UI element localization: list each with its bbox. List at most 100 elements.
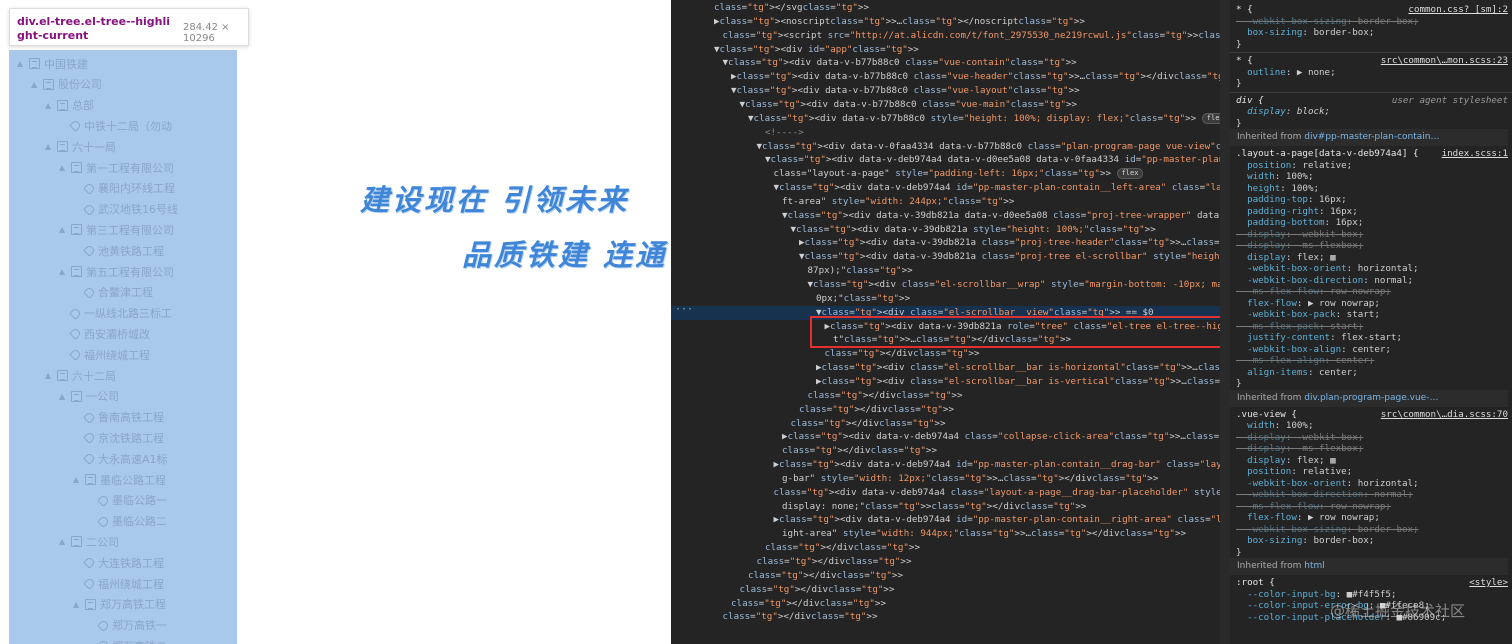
style-rule-line[interactable]: display: block; xyxy=(1236,106,1508,118)
tree-node[interactable]: ▲ 中国铁建 xyxy=(17,53,88,74)
dom-node-line[interactable]: class="tg"></divclass="tg">> xyxy=(671,444,1220,458)
flex-badge[interactable]: flex xyxy=(1201,112,1220,124)
tree-node[interactable]: ▲ 第五工程有限公司 xyxy=(59,261,174,282)
dom-node-line[interactable]: class="tg"><div data-v-deb974a4 class="l… xyxy=(671,486,1221,500)
tree-node[interactable]: 福州绕城工程 xyxy=(73,573,164,594)
dom-node-line[interactable]: 87px);"class="tg">> xyxy=(671,264,1220,278)
flex-badge[interactable]: flex xyxy=(1116,168,1144,180)
style-rule-line[interactable]: } xyxy=(1236,547,1508,559)
dom-node-line[interactable]: ▶class="tg"><div data-v-39db821a class="… xyxy=(671,236,1220,250)
tree-node[interactable]: 鲁南高铁工程 xyxy=(73,407,164,428)
dom-node-line[interactable]: class="tg"></divclass="tg">> xyxy=(671,389,1220,403)
caret-down-icon[interactable]: ▲ xyxy=(31,80,43,89)
devtools-styles-pane[interactable]: * {common.css? [sm]:2 -webkit-box-sizing… xyxy=(1230,0,1512,644)
style-rule-line[interactable]: -webkit-box-sizing: border-box; xyxy=(1236,524,1508,536)
dom-node-line[interactable]: class="tg"></divclass="tg">> xyxy=(671,541,1220,555)
style-rule-line[interactable]: align-items: center; xyxy=(1236,367,1508,379)
style-rule-line[interactable]: height: 100%; xyxy=(1236,183,1508,195)
style-rule-line[interactable]: display: -ms-flexbox; xyxy=(1236,443,1508,455)
dom-node-line[interactable]: class="tg"></divclass="tg">> xyxy=(671,610,1220,624)
dom-node-line[interactable]: ▼class="tg"><div data-v-0faa4334 data-v-… xyxy=(671,140,1221,154)
stylesheet-source-link[interactable]: src\common\…dia.scss:70 xyxy=(1381,409,1508,421)
style-rule-line[interactable]: -ms-flex-flow: row nowrap; xyxy=(1236,501,1508,513)
dom-node-line[interactable]: class="tg"></svgclass="tg">> xyxy=(671,1,1220,15)
dom-node-line[interactable]: ft-area" style="width: 244px;"class="tg"… xyxy=(671,195,1220,209)
dom-node-line[interactable]: ▼class="tg"><div data-v-b77b88c0 class="… xyxy=(671,56,1220,70)
caret-down-icon[interactable]: ▲ xyxy=(59,163,71,172)
style-rule-line[interactable]: flex-flow: ▶ row nowrap; xyxy=(1236,298,1508,310)
tree-node[interactable]: ▲ 六十一局 xyxy=(45,136,116,157)
style-rule-line[interactable]: -webkit-box-orient: horizontal; xyxy=(1236,263,1508,275)
tree-node[interactable]: 墨临公路一 xyxy=(87,490,167,511)
style-rule-line[interactable]: } xyxy=(1236,78,1508,90)
dom-node-line[interactable]: ▶class="tg"><div class="el-scrollbar__ba… xyxy=(671,361,1220,375)
dom-node-line[interactable]: ▶class="tg"><div data-v-deb974a4 class="… xyxy=(671,430,1220,444)
caret-down-icon[interactable]: ▲ xyxy=(73,475,85,484)
style-rule-line[interactable]: --color-input-bg: ■#f4f5f5; xyxy=(1236,589,1508,601)
caret-down-icon[interactable]: ▲ xyxy=(59,392,71,401)
tree-node[interactable]: 京沈铁路工程 xyxy=(73,427,164,448)
tree-node[interactable]: 福州绕城工程 xyxy=(59,344,150,365)
dom-node-line[interactable]: class="tg"></divclass="tg">> xyxy=(671,417,1220,431)
style-rule-line[interactable]: -ms-flex-pack: start; xyxy=(1236,321,1508,333)
style-rule-line[interactable]: box-sizing: border-box; xyxy=(1236,535,1508,547)
more-dots-icon[interactable]: ··· xyxy=(675,304,693,315)
style-rule-line[interactable]: padding-top: 16px; xyxy=(1236,194,1508,206)
dom-node-line[interactable]: class="tg"><script src="http://at.alicdn… xyxy=(671,29,1221,43)
tree-node[interactable]: 一纵线北路三标工 xyxy=(59,303,172,324)
dom-node-line[interactable]: ▼class="tg"><div data-v-deb974a4 id="pp-… xyxy=(671,181,1221,195)
dom-node-line[interactable]: ▶class="tg"><noscriptclass="tg">>…class=… xyxy=(671,15,1220,29)
inherited-link[interactable]: html xyxy=(1304,561,1325,571)
tree-node[interactable]: 郑万高铁一 xyxy=(87,615,167,636)
inherited-from-header[interactable]: Inherited from div.plan-program-page.vue… xyxy=(1230,389,1508,407)
inherited-link[interactable]: div#pp-master-plan-contain… xyxy=(1304,132,1439,142)
tree-node[interactable]: ▲ 第三工程有限公司 xyxy=(59,219,174,240)
tree-node[interactable]: ▲ 第一工程有限公司 xyxy=(59,157,174,178)
tree-node[interactable]: 郑万高铁二 xyxy=(87,635,167,644)
devtools-elements-panel[interactable]: class="tg"></divclass="tg">> class="tg"><… xyxy=(671,0,1220,644)
style-rule-line[interactable]: } xyxy=(1236,378,1508,390)
tree-node[interactable]: 襄阳内环线工程 xyxy=(73,178,175,199)
dom-node-line[interactable]: ▼class="tg"><div data-v-39db821a class="… xyxy=(671,250,1220,264)
style-rule-line[interactable]: -webkit-box-orient: horizontal; xyxy=(1236,478,1508,490)
tree-node[interactable]: 墨临公路二 xyxy=(87,511,167,532)
dom-node-line[interactable]: g-bar" style="width: 12px;"class="tg">>…… xyxy=(671,472,1220,486)
caret-down-icon[interactable]: ▲ xyxy=(45,142,57,151)
dom-node-line[interactable]: class="tg"></divclass="tg">> xyxy=(671,597,1220,611)
style-rule-line[interactable]: -webkit-box-pack: start; xyxy=(1236,309,1508,321)
style-rule-line[interactable]: position: relative; xyxy=(1236,466,1508,478)
style-rule-line[interactable]: :root {<style> xyxy=(1236,577,1508,589)
tree-node[interactable]: 大永高速A1标 xyxy=(73,448,168,469)
dom-node-line[interactable]: ▼class="tg"><div class="el-scrollbar__wr… xyxy=(671,278,1221,292)
devtools-scrollbar[interactable] xyxy=(1220,0,1230,644)
stylesheet-source-link[interactable]: index.scss:1 xyxy=(1442,148,1508,160)
stylesheet-source-link[interactable]: common.css? [sm]:2 xyxy=(1408,4,1508,16)
style-rule-line[interactable]: padding-bottom: 16px; xyxy=(1236,217,1508,229)
dom-node-line[interactable]: ▼class="tg"><div data-v-b77b88c0 class="… xyxy=(671,98,1220,112)
dom-node-line[interactable]: ▶class="tg"><div data-v-b77b88c0 class="… xyxy=(671,70,1220,84)
stylesheet-source-link[interactable]: src\common\…mon.scss:23 xyxy=(1381,55,1508,67)
tree-node[interactable]: ▲ 墨临公路工程 xyxy=(73,469,166,490)
dom-node-line[interactable]: ▶class="tg"><div data-v-deb974a4 id="pp-… xyxy=(671,513,1221,527)
dom-node-line[interactable]: ▼class="tg"><div data-v-39db821a style="… xyxy=(671,223,1220,237)
dom-node-line[interactable]: ▶class="tg"><div data-v-deb974a4 id="pp-… xyxy=(671,458,1221,472)
style-rule-line[interactable]: outline: ▶ none; xyxy=(1236,67,1508,79)
caret-down-icon[interactable]: ▲ xyxy=(45,371,57,380)
style-rule-line[interactable]: flex-flow: ▶ row nowrap; xyxy=(1236,512,1508,524)
style-rule-line[interactable]: * {common.css? [sm]:2 xyxy=(1236,4,1508,16)
caret-down-icon[interactable]: ▲ xyxy=(59,267,71,276)
style-rule-line[interactable]: -ms-flex-align: center; xyxy=(1236,355,1508,367)
dom-node-line[interactable]: class="tg"></divclass="tg">> xyxy=(671,569,1220,583)
style-rule-line[interactable]: display: -ms-flexbox; xyxy=(1236,240,1508,252)
tree-node[interactable]: ▲ 股份公司 xyxy=(31,74,102,95)
caret-down-icon[interactable]: ▲ xyxy=(73,600,85,609)
dom-node-line[interactable]: ▼class="tg"><div data-v-b77b88c0 class="… xyxy=(671,84,1220,98)
inherited-from-header[interactable]: Inherited from div#pp-master-plan-contai… xyxy=(1230,129,1508,146)
tree-node[interactable]: 合鳖津工程 xyxy=(73,282,153,303)
style-rule-line[interactable]: width: 100%; xyxy=(1236,171,1508,183)
tree-node[interactable]: ▲ 二公司 xyxy=(59,531,119,552)
style-rule-line[interactable]: padding-right: 16px; xyxy=(1236,206,1508,218)
style-rule-line[interactable]: .vue-view {src\common\…dia.scss:70 xyxy=(1236,409,1508,421)
style-rule-line[interactable]: position: relative; xyxy=(1236,160,1508,172)
tree-node[interactable]: ▲ 总部 xyxy=(45,95,94,116)
